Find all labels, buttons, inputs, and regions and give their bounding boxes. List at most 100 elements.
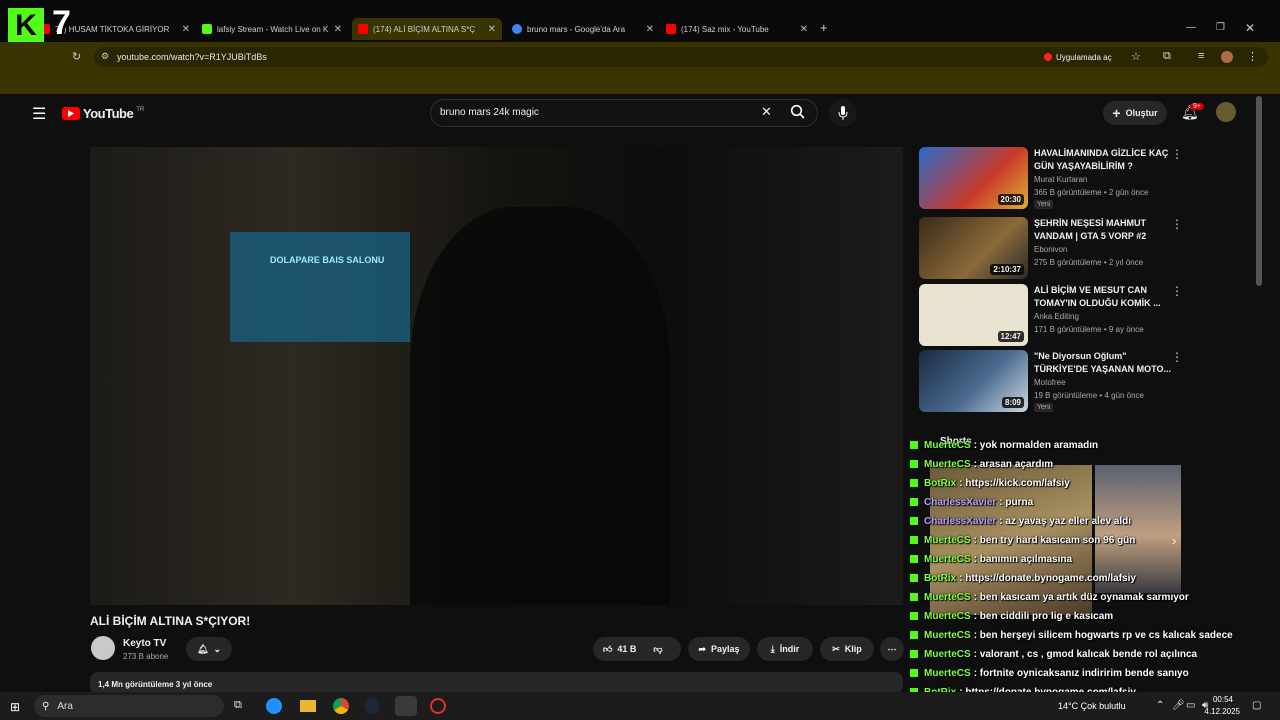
subscribe-bell-button[interactable]: 🔔︎ ⌄	[186, 637, 232, 661]
video-player[interactable]: DOLAPARE BAIS SALONU	[90, 147, 903, 605]
more-options-icon[interactable]: ⋮	[1171, 147, 1183, 161]
bookmark-star-icon[interactable]: ☆	[1131, 50, 1141, 63]
chat-text: : ben herşeyi silicem hogwarts rp ve cs …	[973, 629, 1233, 641]
close-tab-icon[interactable]: ✕	[800, 24, 808, 35]
chat-message: MuerteCS: ben try hard kasıcam son 96 gü…	[910, 531, 1135, 549]
chat-message: BotRix: https://donate.bynogame.com/lafs…	[910, 569, 1136, 587]
kick-badge-icon	[910, 479, 918, 487]
steam-icon[interactable]	[364, 698, 380, 714]
file-explorer-icon[interactable]	[300, 700, 316, 712]
clip-button[interactable]: ✂ Klip	[820, 637, 874, 661]
close-tab-icon[interactable]: ✕	[182, 24, 190, 35]
url-text[interactable]: youtube.com/watch?v=R1YJUBiTdBs	[117, 52, 267, 62]
browser-tab[interactable]: lafsiy Stream - Watch Live on K ✕	[202, 18, 342, 40]
video-thumbnail[interactable]: 8:09	[919, 350, 1028, 412]
youtube-wordmark: YouTube	[83, 106, 134, 121]
reload-icon[interactable]: ↻	[72, 50, 81, 63]
extensions-icon[interactable]: ⧉	[1163, 50, 1171, 63]
chat-text: : https://donate.bynogame.com/lafsiy	[959, 572, 1136, 584]
related-channel[interactable]: Motofree	[1034, 378, 1066, 387]
kick-badge-icon	[910, 574, 918, 582]
related-title[interactable]: ŞEHRİN NEŞESİ MAHMUT VANDAM | GTA 5 VORP…	[1034, 217, 1174, 243]
taskbar-search[interactable]: ⚲ Ara	[34, 695, 224, 717]
video-thumbnail[interactable]: 2:10:37	[919, 217, 1028, 279]
close-window-button[interactable]: ✕	[1245, 21, 1255, 35]
chat-username: MuerteCS	[924, 553, 971, 565]
chat-message: BotRix: https://kick.com/lafsiy	[910, 474, 1070, 492]
chat-message: MuerteCS: fortnite oynicaksanız indiriri…	[910, 664, 1189, 682]
hamburger-menu-icon[interactable]: ☰	[32, 104, 46, 124]
related-title[interactable]: HAVALİMANINDA GİZLİCE KAÇ GÜN YAŞAYABİLİ…	[1034, 147, 1174, 173]
duration-badge: 12:47	[997, 331, 1024, 342]
kick-badge-icon	[910, 612, 918, 620]
maximize-button[interactable]: ❐	[1216, 22, 1225, 33]
related-video[interactable]: 8:09 "Ne Diyorsun Oğlum" TÜRKİYE'DE YAŞA…	[919, 350, 1189, 412]
share-button[interactable]: ➦ Paylaş	[688, 637, 750, 661]
more-actions-button[interactable]: ⋯	[880, 637, 904, 661]
edge-icon[interactable]	[266, 698, 282, 714]
channel-avatar[interactable]	[91, 636, 115, 660]
tray-chevron-icon[interactable]: ⌃	[1156, 700, 1164, 711]
thumbs-up-icon[interactable]: 👍︎	[603, 644, 612, 655]
related-title[interactable]: "Ne Diyorsun Oğlum" TÜRKİYE'DE YAŞANAN M…	[1034, 350, 1174, 376]
chat-username: BotRix	[924, 572, 957, 584]
related-video[interactable]: 20:30 HAVALİMANINDA GİZLİCE KAÇ GÜN YAŞA…	[919, 147, 1189, 209]
page-scrollbar[interactable]	[1256, 96, 1262, 286]
kick-logo-icon: K	[8, 8, 44, 44]
profile-avatar[interactable]	[1221, 51, 1233, 63]
clock-time[interactable]: 00:54	[1205, 695, 1233, 704]
open-in-app-button[interactable]: Uygulamada aç	[1038, 49, 1118, 65]
account-avatar[interactable]	[1216, 102, 1236, 122]
related-channel[interactable]: Murat Kurtaran	[1034, 175, 1087, 184]
microphone-tray-icon[interactable]: 🎤︎	[1172, 700, 1185, 711]
google-favicon-icon	[512, 24, 522, 34]
related-channel[interactable]: Ebonivon	[1034, 245, 1067, 254]
like-dislike-group[interactable]: 👍︎ 41 B 👎︎	[593, 637, 681, 661]
close-tab-icon[interactable]: ✕	[334, 24, 342, 35]
search-icon[interactable]	[790, 104, 806, 125]
browser-tab-active[interactable]: (174) ALİ BİÇİM ALTINA S*Ç ✕	[352, 18, 502, 40]
reading-list-icon[interactable]: ≡	[1198, 50, 1204, 62]
download-button[interactable]: ⤓ İndir	[757, 637, 813, 661]
minimize-button[interactable]: —	[1186, 22, 1196, 33]
clear-search-icon[interactable]: ✕	[761, 104, 772, 120]
create-button[interactable]: + Oluştur	[1103, 101, 1167, 125]
task-view-icon[interactable]: ⧉	[234, 699, 242, 712]
related-meta: 19 B görüntüleme • 4 gün önce	[1034, 391, 1144, 400]
clock-date[interactable]: 4.12.2025	[1200, 707, 1240, 716]
thumbs-down-icon[interactable]: 👎︎	[653, 644, 662, 655]
obs-icon[interactable]	[395, 696, 417, 716]
more-options-icon[interactable]: ⋮	[1171, 284, 1183, 298]
new-tab-button[interactable]: +	[820, 20, 828, 35]
clip-label: Klip	[844, 644, 862, 654]
video-scene-sign: DOLAPARE BAIS SALONU	[270, 255, 385, 265]
voice-search-button[interactable]	[829, 99, 857, 127]
browser-tab[interactable]: bruno mars - Google'da Ara ✕	[512, 18, 654, 40]
close-tab-icon[interactable]: ✕	[646, 24, 654, 35]
more-options-icon[interactable]: ⋮	[1171, 350, 1183, 364]
chat-text: : yok normalden aramadın	[973, 439, 1099, 451]
new-badge: Yeni	[1034, 403, 1054, 412]
notification-center-icon[interactable]: ▢	[1252, 700, 1261, 711]
related-video[interactable]: 2:10:37 ŞEHRİN NEŞESİ MAHMUT VANDAM | GT…	[919, 217, 1189, 279]
chrome-icon[interactable]	[333, 698, 349, 714]
network-icon[interactable]: ▭	[1186, 700, 1195, 711]
chrome-menu-icon[interactable]: ⋮	[1247, 50, 1258, 63]
related-title[interactable]: ALİ BİÇİM VE MESUT CAN TOMAY'IN OLDUĞU K…	[1034, 284, 1174, 310]
related-channel[interactable]: Anka Editing	[1034, 312, 1079, 321]
open-in-app-label: Uygulamada aç	[1056, 52, 1112, 62]
browser-tab[interactable]: (174) Saz mix - YouTube ✕	[666, 18, 808, 40]
channel-name[interactable]: Keyto TV	[123, 638, 166, 649]
more-options-icon[interactable]: ⋮	[1171, 217, 1183, 231]
video-thumbnail[interactable]: 12:47	[919, 284, 1028, 346]
video-thumbnail[interactable]: 20:30	[919, 147, 1028, 209]
microphone-icon	[838, 106, 848, 120]
youtube-logo[interactable]: YouTube TR	[62, 106, 144, 121]
weather-widget[interactable]: 14°C Çok bulutlu	[1058, 701, 1126, 711]
windows-start-icon[interactable]: ⊞	[10, 700, 20, 714]
site-info-icon[interactable]: ⚙	[101, 51, 109, 62]
recording-app-icon[interactable]	[430, 698, 446, 714]
related-video[interactable]: 12:47 ALİ BİÇİM VE MESUT CAN TOMAY'IN OL…	[919, 284, 1189, 346]
share-icon: ➦	[698, 643, 706, 654]
close-tab-icon[interactable]: ✕	[488, 24, 496, 35]
